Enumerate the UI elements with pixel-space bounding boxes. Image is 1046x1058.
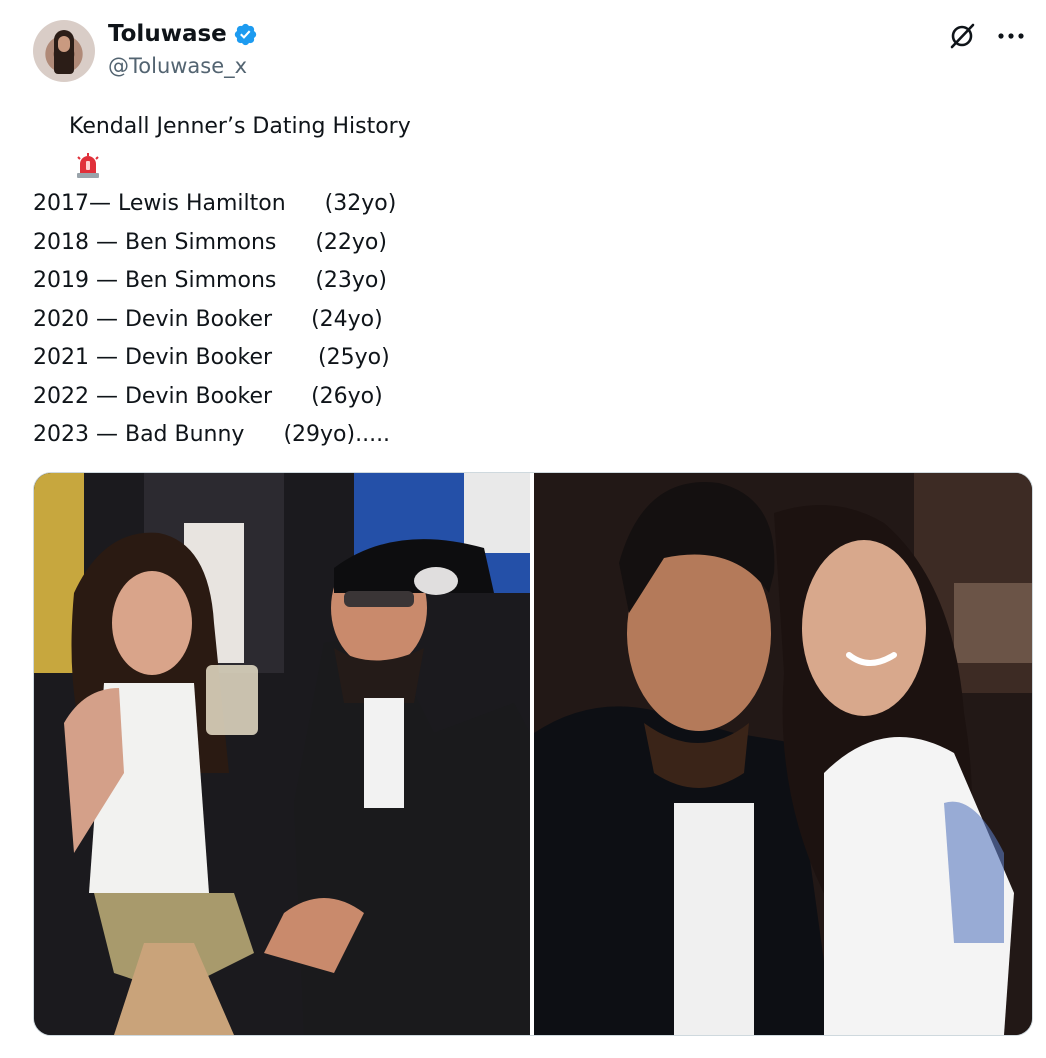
entry-age: (29yo)..... xyxy=(276,422,391,447)
photo-courtside-illustration xyxy=(34,473,530,1035)
entry-text: 2020 — Devin Booker xyxy=(33,306,273,332)
puerto-rico-flag-icon xyxy=(245,424,275,446)
entry-text: 2022 — Devin Booker xyxy=(33,383,273,409)
entry-line: 2022 — Devin Booker (26yo) xyxy=(33,378,411,417)
entry-line: 2017— Lewis Hamilton (32yo) xyxy=(33,185,411,224)
grok-icon[interactable] xyxy=(948,22,976,50)
entry-text: 2019 — Ben Simmons xyxy=(33,268,277,293)
verified-badge-icon[interactable] xyxy=(233,22,258,47)
us-flag-icon xyxy=(280,347,310,369)
entry-age: (24yo) xyxy=(304,306,383,332)
tweet-title-line: Kendall Jenner’s Dating History xyxy=(33,108,411,178)
photo-selfie-illustration xyxy=(534,473,1032,1035)
tweet-text: Kendall Jenner’s Dating History 2017— Le… xyxy=(33,108,411,455)
entry-age: (22yo) xyxy=(308,229,387,255)
entry-text: 2017— Lewis Hamilton xyxy=(33,191,286,216)
entry-line: 2019 — Ben Simmons (23yo) xyxy=(33,262,411,301)
entry-line: 2018 — Ben Simmons (22yo) xyxy=(33,224,411,263)
entry-line: 2020 — Devin Booker (24yo) xyxy=(33,301,411,340)
entry-age: (25yo) xyxy=(311,345,390,370)
avatar[interactable] xyxy=(33,20,95,82)
entry-line: 2021 — Devin Booker (25yo) xyxy=(33,339,411,378)
us-flag-icon xyxy=(273,309,303,331)
entry-text: 2023 — Bad Bunny xyxy=(33,422,245,447)
author-name-row: Toluwase xyxy=(108,21,258,47)
photo-courtside-couple[interactable] xyxy=(34,473,530,1035)
entry-age: (23yo) xyxy=(308,268,387,293)
tweet-title: Kendall Jenner’s Dating History xyxy=(69,114,411,139)
entry-age: (26yo) xyxy=(304,383,383,409)
more-options-icon[interactable] xyxy=(996,22,1026,50)
media-grid xyxy=(33,472,1033,1036)
author-handle[interactable]: @Toluwase_x xyxy=(108,54,247,78)
uk-flag-icon xyxy=(287,193,317,215)
entry-text: 2018 — Ben Simmons xyxy=(33,229,277,255)
tweet-header: Toluwase @Toluwase_x xyxy=(33,18,1026,88)
author-display-name[interactable]: Toluwase xyxy=(108,21,227,47)
entry-text: 2021 — Devin Booker xyxy=(33,345,280,370)
australia-flag-icon xyxy=(277,232,307,254)
police-light-emoji-icon xyxy=(33,114,99,178)
photo-selfie-couple[interactable] xyxy=(534,473,1032,1035)
entry-line: 2023 — Bad Bunny (29yo)..... xyxy=(33,416,411,455)
australia-flag-icon xyxy=(277,270,307,292)
entry-age: (32yo) xyxy=(317,191,397,216)
us-flag-icon xyxy=(273,386,303,408)
